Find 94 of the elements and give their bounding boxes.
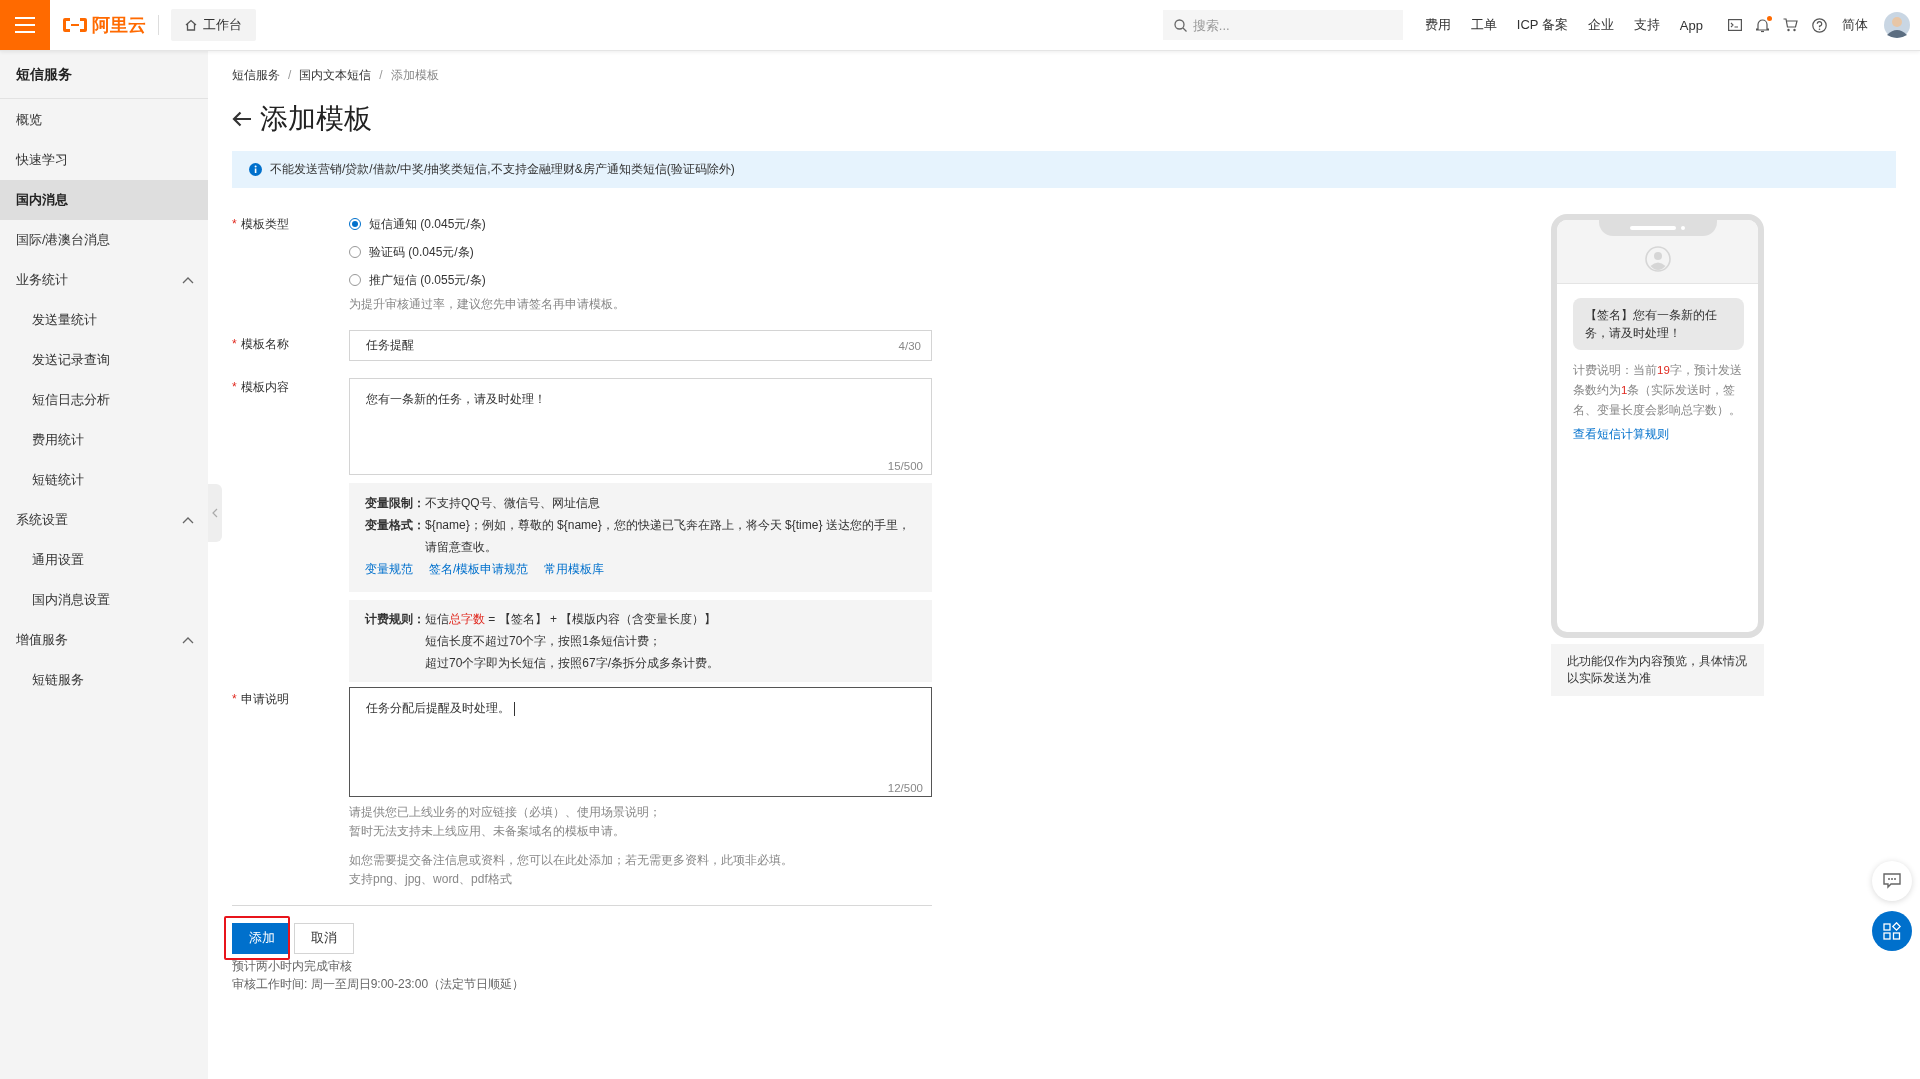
text-area[interactable]: 任务分配后提醒及时处理。 12/500 <box>349 687 932 797</box>
hint-text: 请提供您已上线业务的对应链接（必填）、使用场景说明； <box>349 804 662 821</box>
input-field[interactable]: 任务提醒 4/30 <box>349 330 932 361</box>
note-text: 预计两小时内完成审核 <box>232 958 353 975</box>
radio-option[interactable]: 短信通知 (0.045元/条) <box>349 210 486 238</box>
radio-option[interactable]: 验证码 (0.045元/条) <box>349 238 474 266</box>
search-icon <box>1173 19 1187 32</box>
disclaimer-text: 此功能仅作为内容预览，具体情况以实际发送为准 <box>1551 644 1764 696</box>
nav-link[interactable]: 工单 <box>1460 16 1507 34</box>
tip-text: 不支持QQ号、微信号、网址信息 <box>425 495 600 512</box>
rules-link[interactable]: 查看短信计算规则 <box>1573 426 1669 443</box>
logo-icon <box>62 17 88 33</box>
rule-text: 短信总字数 = 【签名】 + 【模版内容（含变量长度）】 <box>425 611 718 628</box>
sidebar-item[interactable]: 国内消息 <box>0 180 208 220</box>
char-counter: 4/30 <box>898 339 921 352</box>
sidebar-title: 短信服务 <box>0 51 208 99</box>
billing-note: 计费说明：当前19字，预计发送条数约为1条（实际发送时，签名、变量长度会影响总字数）。 <box>1573 363 1743 418</box>
page-title: 添加模板 <box>260 102 372 136</box>
help-link[interactable]: 常用模板库 <box>544 558 605 580</box>
language-link[interactable]: 简体 <box>1834 16 1876 34</box>
char-counter: 12/500 <box>887 782 923 794</box>
hint-text: 支持png、jpg、word、pdf格式 <box>349 871 513 888</box>
current-page-text: 添加模板 <box>390 66 439 84</box>
bell-icon <box>1756 17 1769 33</box>
add-button[interactable]: 添加 <box>232 923 290 954</box>
required-mark: * <box>232 337 237 351</box>
breadcrumb-separator: / <box>379 68 383 82</box>
help-link[interactable]: 签名/模板申请规范 <box>429 558 529 580</box>
tip-label: 变量限制： <box>365 495 425 512</box>
required-mark: * <box>232 380 237 394</box>
sidebar-item[interactable]: 通用设置 <box>0 540 208 580</box>
sidebar-item[interactable]: 快速学习 <box>0 140 208 180</box>
apps-button[interactable] <box>1872 911 1912 951</box>
required-mark: * <box>232 217 237 231</box>
menu-button[interactable] <box>0 0 50 50</box>
cart-icon <box>1783 18 1798 32</box>
sidebar-item[interactable]: 短链统计 <box>0 460 208 500</box>
menu-icon <box>15 17 35 33</box>
radio-option[interactable]: 推广短信 (0.055元/条) <box>349 266 486 294</box>
sidebar-item[interactable]: 费用统计 <box>0 420 208 460</box>
char-counter: 15/500 <box>887 460 923 472</box>
terminal-icon <box>1728 19 1742 31</box>
hint-text: 如您需要提交备注信息或资料，您可以在此处添加；若无需更多资料，此项非必填。 <box>349 852 794 869</box>
chevron-icon <box>212 508 218 518</box>
field-label: 模板名称 <box>240 337 289 351</box>
nav-link[interactable]: 支持 <box>1623 16 1670 34</box>
nav-link[interactable]: 费用 <box>1414 16 1461 34</box>
avatar-icon <box>1884 12 1910 38</box>
search-field[interactable]: 搜索... <box>1162 10 1403 40</box>
contact-icon <box>1644 246 1671 272</box>
rule-text: 超过70个字即为长短信，按照67字/条拆分成多条计费。 <box>425 655 720 672</box>
sidebar-item[interactable]: 业务统计 <box>0 260 208 300</box>
sidebar-item[interactable]: 国际/港澳台消息 <box>0 220 208 260</box>
back-button[interactable] <box>232 111 252 127</box>
field-label: 申请说明 <box>240 692 289 706</box>
sidebar-item[interactable]: 系统设置 <box>0 500 208 540</box>
rule-label: 计费规则： <box>365 611 425 628</box>
sidebar-item[interactable]: 概览 <box>0 100 208 140</box>
notice-text: 不能发送营销/贷款/借款/中奖/抽奖类短信,不支持金融理财&房产通知类短信(验证码除外) <box>270 161 735 178</box>
required-mark: * <box>232 692 237 706</box>
rule-text: 短信长度不超过70个字，按照1条短信计费； <box>425 633 663 650</box>
field-label: 模板内容 <box>240 380 289 394</box>
back-arrow-icon <box>232 111 252 127</box>
hint-text: 暂时无法支持未上线应用、未备案域名的模板申请。 <box>349 823 626 840</box>
field-label: 模板类型 <box>240 217 289 231</box>
note-text: 审核工作时间: 周一至周日9:00-23:00（法定节日顺延） <box>232 976 526 993</box>
sidebar-item[interactable]: 增值服务 <box>0 620 208 660</box>
sidebar-item[interactable]: 国内消息设置 <box>0 580 208 620</box>
tip-label: 变量格式： <box>365 517 425 534</box>
chat-icon <box>1883 873 1901 889</box>
help-icon <box>1812 17 1827 33</box>
cancel-button[interactable]: 取消 <box>294 923 354 954</box>
info-icon <box>249 163 262 176</box>
feedback-button[interactable] <box>1872 861 1912 901</box>
sidebar-item[interactable]: 短链服务 <box>0 660 208 700</box>
nav-link[interactable]: App <box>1669 17 1713 33</box>
collapse-handle[interactable] <box>208 484 222 542</box>
help-link[interactable]: 变量规范 <box>365 558 413 580</box>
breadcrumb-link[interactable]: 短信服务 <box>232 66 280 84</box>
text-area[interactable]: 您有一条新的任务，请及时处理！ 15/500 <box>349 378 932 475</box>
logo-text: 阿里云 <box>92 14 146 37</box>
sidebar-item[interactable]: 发送量统计 <box>0 300 208 340</box>
nav-link[interactable]: ICP 备案 <box>1506 16 1578 34</box>
breadcrumb-link[interactable]: 国内文本短信 <box>299 66 372 84</box>
grid-icon <box>1883 922 1901 940</box>
message-bubble: 【签名】您有一条新的任务，请及时处理！ <box>1573 298 1744 350</box>
sidebar-item[interactable]: 短信日志分析 <box>0 380 208 420</box>
nav-link[interactable]: 企业 <box>1577 16 1624 34</box>
tip-text: ${name}；例如，尊敬的 ${name}，您的快递已飞奔在路上，将今天 ${time} 送达您的手里，请留意查收。 <box>425 517 911 556</box>
hint-text: 为提升审核通过率，建议您先申请签名再申请模板。 <box>349 296 626 313</box>
sidebar-item[interactable]: 发送记录查询 <box>0 340 208 380</box>
home-icon <box>185 19 197 31</box>
breadcrumb-separator: / <box>288 68 292 82</box>
workbench-button[interactable]: 工作台 <box>171 9 256 41</box>
